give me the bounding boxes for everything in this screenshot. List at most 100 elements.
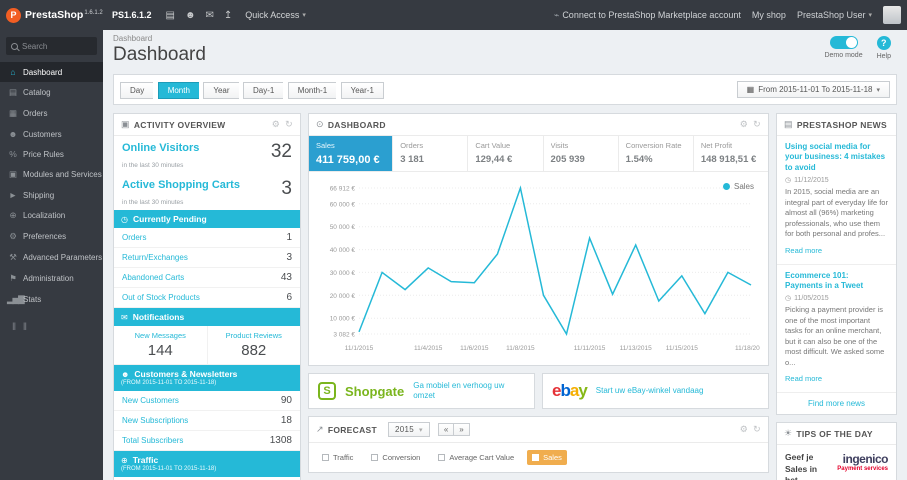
product-reviews-cell[interactable]: Product Reviews 882 [208, 326, 301, 364]
cart-icon[interactable]: ▤ [161, 10, 180, 21]
mail-icon[interactable]: ✉ [201, 10, 219, 21]
svg-text:60 000 €: 60 000 € [330, 201, 356, 208]
legend-traffic[interactable]: Traffic [317, 450, 358, 465]
demo-mode-toggle[interactable]: Demo mode [824, 36, 863, 60]
refresh-icon[interactable]: ↻ [285, 119, 293, 130]
read-more-link[interactable]: Read more [785, 374, 822, 383]
sidebar-item-customers[interactable]: ☻ Customers [0, 124, 103, 144]
legend-average-cart-value[interactable]: Average Cart Value [433, 450, 519, 465]
find-more-news-link[interactable]: Find more news [777, 393, 896, 414]
online-visitors-link[interactable]: Online Visitors [122, 142, 199, 154]
kpi-orders[interactable]: Orders 3 181 [393, 136, 469, 171]
refresh-icon[interactable]: ↻ [753, 119, 761, 130]
out-of-stock-row[interactable]: Out of Stock Products 6 [114, 288, 300, 308]
chart-legend[interactable]: Sales [722, 182, 754, 191]
pending-orders-row[interactable]: Orders 1 [114, 228, 300, 248]
pending-returns-row[interactable]: Return/Exchanges 3 [114, 248, 300, 268]
filter-year-button[interactable]: Year [203, 82, 239, 99]
row-label: Orders [122, 233, 147, 242]
svg-text:11/4/2015: 11/4/2015 [414, 345, 443, 352]
calendar-icon: ▦ [746, 85, 755, 94]
sidebar-item-localization[interactable]: ⊕ Localization [0, 205, 103, 226]
read-more-link[interactable]: Read more [785, 246, 822, 255]
user-menu[interactable]: PrestaShop User ▾ [797, 10, 872, 20]
prestashop-logo[interactable]: P PrestaShop1.6.1.2 [0, 7, 103, 23]
year-select[interactable]: 2015 ▾ [388, 422, 430, 437]
kpi-label: Visits [550, 141, 569, 150]
checkbox-icon [371, 454, 379, 461]
online-visitors-value: 32 [270, 141, 292, 162]
clock-icon: ◷ [785, 295, 792, 303]
sidebar-collapse-button[interactable]: ‖ ‖ [0, 310, 103, 345]
kpi-sales[interactable]: Sales 411 759,00 € [309, 136, 394, 171]
gear-icon[interactable]: ⚙ [740, 119, 748, 130]
refresh-icon[interactable]: ↻ [753, 424, 761, 435]
forecast-legend: Traffic Conversion Average Cart Value Sa… [309, 443, 768, 472]
shop-name-label[interactable]: PS1.6.1.2 [103, 10, 161, 20]
kpi-row: Sales 411 759,00 € Orders 3 181 Cart Value… [309, 136, 768, 172]
prev-year-button[interactable]: « [437, 423, 454, 436]
svg-text:50 000 €: 50 000 € [330, 224, 356, 231]
help-button[interactable]: ? Help [877, 36, 891, 60]
quick-access-menu[interactable]: Quick Access ▾ [245, 10, 306, 20]
upload-icon[interactable]: ↥ [219, 10, 237, 21]
activity-overview-panel: ▣ ACTIVITY OVERVIEW ⚙ ↻ Online Visitors 3… [113, 113, 301, 480]
kpi-value: 129,44 € [475, 154, 513, 165]
new-subscriptions-row[interactable]: New Subscriptions 18 [114, 411, 300, 431]
sidebar-item-stats[interactable]: ▂▅▇ Stats [0, 289, 103, 310]
filter-day-button[interactable]: Day [120, 82, 154, 99]
kpi-conversion-rate[interactable]: Conversion Rate 1.54% [619, 136, 694, 171]
avatar[interactable] [883, 6, 901, 24]
toggle-switch[interactable] [829, 36, 858, 49]
abandoned-carts-row[interactable]: Abandoned Carts 43 [114, 268, 300, 288]
new-customers-row[interactable]: New Customers 90 [114, 391, 300, 411]
active-carts-link[interactable]: Active Shopping Carts [122, 179, 240, 191]
person-icon[interactable]: ☻ [180, 10, 201, 21]
sidebar-item-label: Dashboard [23, 67, 63, 77]
filter-month-button[interactable]: Month [157, 82, 199, 99]
sidebar-item-modules[interactable]: ▣ Modules and Services [0, 164, 103, 185]
active-carts-sub: in the last 30 minutes [122, 199, 184, 206]
shopgate-promo[interactable]: S Shopgate Ga mobiel en verhoog uw omzet [308, 373, 535, 409]
sidebar-item-administration[interactable]: ⚑ Administration [0, 268, 103, 289]
article-title-link[interactable]: Ecommerce 101: Payments in a Tweet [785, 271, 888, 292]
gear-icon[interactable]: ⚙ [740, 424, 748, 435]
breadcrumb[interactable]: Dashboard [113, 34, 897, 43]
kpi-net-profit[interactable]: Net Profit 148 918,51 € [694, 136, 768, 171]
kpi-visits[interactable]: Visits 205 939 [544, 136, 619, 171]
question-icon: ? [876, 36, 891, 50]
sidebar-item-orders[interactable]: ▦ Orders [0, 103, 103, 124]
article-title-link[interactable]: Using social media for your business: 4 … [785, 142, 888, 173]
trend-icon: ↗ [316, 424, 324, 434]
activity-overview-header: ▣ ACTIVITY OVERVIEW ⚙ ↻ [114, 114, 300, 136]
next-year-button[interactable]: » [453, 423, 470, 436]
row-value: 1 [286, 232, 292, 243]
filter-year-1-button[interactable]: Year-1 [340, 82, 384, 99]
new-messages-cell[interactable]: New Messages 144 [114, 326, 208, 364]
filter-day-1-button[interactable]: Day-1 [243, 82, 284, 99]
filter-month-1-button[interactable]: Month-1 [287, 82, 337, 99]
gear-icon[interactable]: ⚙ [272, 119, 280, 130]
legend-sales[interactable]: Sales [527, 450, 567, 465]
section-title: Currently Pending [132, 214, 207, 224]
kpi-cart-value[interactable]: Cart Value 129,44 € [468, 136, 544, 171]
svg-text:11/13/2015: 11/13/2015 [620, 345, 652, 352]
ebay-link[interactable]: Start uw eBay-winkel vandaag [596, 386, 704, 396]
search-input[interactable] [22, 41, 90, 51]
sidebar-item-preferences[interactable]: ⚙ Preferences [0, 226, 103, 247]
svg-text:11/11/2015: 11/11/2015 [574, 345, 606, 352]
sidebar-item-catalog[interactable]: ▤ Catalog [0, 82, 103, 103]
sidebar-item-advanced-parameters[interactable]: ⚒ Advanced Parameters [0, 247, 103, 268]
date-range-picker[interactable]: ▦ From 2015-11-01 To 2015-11-18 ▾ [736, 81, 890, 98]
sidebar-item-price-rules[interactable]: % Price Rules [0, 144, 103, 164]
demo-mode-label: Demo mode [824, 52, 863, 59]
legend-conversion[interactable]: Conversion [366, 450, 425, 465]
ebay-promo[interactable]: ebay Start uw eBay-winkel vandaag [542, 373, 769, 409]
my-shop-link[interactable]: My shop [752, 10, 786, 20]
sidebar-item-dashboard[interactable]: ⌂ Dashboard [0, 62, 103, 82]
total-subscribers-row[interactable]: Total Subscribers 1308 [114, 431, 300, 451]
sidebar-item-shipping[interactable]: ► Shipping [0, 185, 103, 205]
shopgate-link[interactable]: Ga mobiel en verhoog uw omzet [413, 381, 525, 400]
ingenico-logo-sub: Payment services [837, 466, 888, 473]
marketplace-connect-link[interactable]: ⌁ Connect to PrestaShop Marketplace acco… [554, 10, 741, 21]
